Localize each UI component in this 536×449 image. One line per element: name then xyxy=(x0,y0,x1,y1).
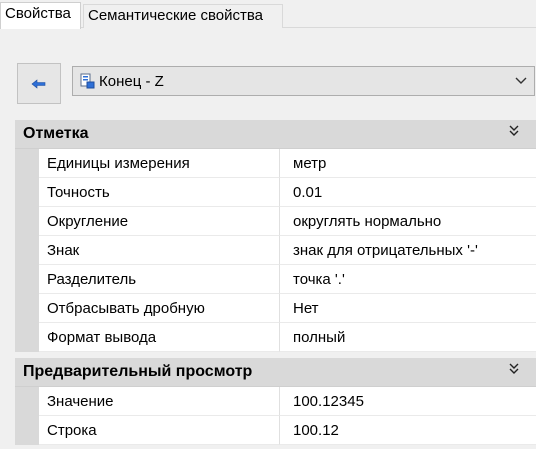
property-name: Строка xyxy=(39,416,280,445)
property-grid: Отметка Единицы измерения метр Точность … xyxy=(15,120,536,445)
property-value[interactable]: точка '.' xyxy=(280,265,536,294)
property-row[interactable]: Знак знак для отрицательных '-' xyxy=(15,236,536,265)
property-value[interactable]: Нет xyxy=(280,294,536,323)
collapse-icon[interactable] xyxy=(508,125,520,137)
property-row[interactable]: Разделитель точка '.' xyxy=(15,265,536,294)
property-name: Разделитель xyxy=(39,265,280,294)
tab-bar: Свойства Семантические свойства xyxy=(0,0,536,29)
group-header-elevation[interactable]: Отметка xyxy=(15,120,536,149)
property-value[interactable]: метр xyxy=(280,149,536,178)
chevron-down-icon[interactable] xyxy=(510,70,532,92)
group-title: Отметка xyxy=(23,125,89,142)
property-row[interactable]: Значение 100.12345 xyxy=(15,387,536,416)
tab-semantic-properties[interactable]: Семантические свойства xyxy=(83,4,283,28)
property-row[interactable]: Округление округлять нормально xyxy=(15,207,536,236)
property-row[interactable]: Формат вывода полный xyxy=(15,323,536,352)
property-name: Знак xyxy=(39,236,280,265)
layer-object-icon xyxy=(80,73,95,89)
property-row[interactable]: Точность 0.01 xyxy=(15,178,536,207)
collapse-icon[interactable] xyxy=(508,363,520,375)
property-row[interactable]: Отбрасывать дробную Нет xyxy=(15,294,536,323)
property-name: Формат вывода xyxy=(39,323,280,352)
properties-panel: Свойства Семантические свойства Конец - … xyxy=(0,0,536,449)
property-name: Отбрасывать дробную xyxy=(39,294,280,323)
group-title: Предварительный просмотр xyxy=(23,363,253,380)
property-name: Единицы измерения xyxy=(39,149,280,178)
group-header-preview[interactable]: Предварительный просмотр xyxy=(15,358,536,387)
property-value[interactable]: 100.12 xyxy=(280,416,536,445)
back-arrow-icon xyxy=(31,78,46,89)
object-select[interactable]: Конец - Z xyxy=(72,66,535,96)
property-value[interactable]: округлять нормально xyxy=(280,207,536,236)
back-button[interactable] xyxy=(17,63,61,104)
property-row[interactable]: Строка 100.12 xyxy=(15,416,536,445)
tab-properties[interactable]: Свойства xyxy=(0,2,81,29)
object-select-value: Конец - Z xyxy=(99,72,164,90)
property-name: Значение xyxy=(39,387,280,416)
property-row[interactable]: Единицы измерения метр xyxy=(15,149,536,178)
property-value[interactable]: 100.12345 xyxy=(280,387,536,416)
property-name: Точность xyxy=(39,178,280,207)
property-value[interactable]: 0.01 xyxy=(280,178,536,207)
property-name: Округление xyxy=(39,207,280,236)
property-value[interactable]: полный xyxy=(280,323,536,352)
property-value[interactable]: знак для отрицательных '-' xyxy=(280,236,536,265)
